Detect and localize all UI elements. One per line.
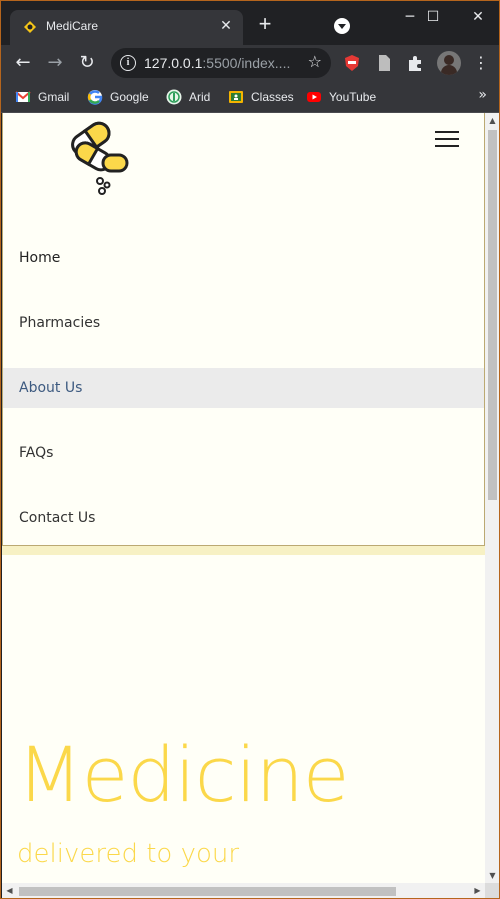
profile-avatar[interactable] <box>437 51 461 75</box>
page-content: Home Pharmacies About Us FAQs Contact Us… <box>2 113 485 883</box>
url-host: 127.0.0.1 <box>144 55 203 71</box>
nav-item-pharmacies[interactable]: Pharmacies <box>3 303 484 343</box>
scrollbar-corner <box>485 883 499 898</box>
hero-subtitle: delivered to your <box>17 839 240 869</box>
address-bar[interactable]: i 127.0.0.1:5500/index.... ☆ <box>111 48 331 78</box>
url-path: :5500/index.... <box>202 55 291 71</box>
nav-item-about-us[interactable]: About Us <box>3 368 484 408</box>
bookmark-label: Arid <box>189 90 211 104</box>
page-viewport: Home Pharmacies About Us FAQs Contact Us… <box>2 113 499 898</box>
browser-toolbar: ← → ↻ i 127.0.0.1:5500/index.... ☆ ⋮ <box>1 45 499 81</box>
scroll-up-arrow-icon[interactable]: ▲ <box>485 113 499 128</box>
nav-item-faqs[interactable]: FAQs <box>3 433 484 473</box>
nav-divider-band <box>2 546 485 555</box>
mobile-nav-panel: Home Pharmacies About Us FAQs Contact Us <box>2 113 485 546</box>
tab-close-icon[interactable]: ✕ <box>217 17 235 35</box>
scroll-left-arrow-icon[interactable]: ◀ <box>2 883 17 898</box>
bookmarks-bar: Gmail Google Arid Classes YouTube » <box>1 81 499 113</box>
back-button[interactable]: ← <box>11 51 35 75</box>
scroll-down-arrow-icon[interactable]: ▼ <box>485 868 499 883</box>
new-tab-button[interactable]: + <box>253 13 277 37</box>
bookmark-star-icon[interactable]: ☆ <box>308 52 322 71</box>
title-bar: MediCare ✕ + ─ ☐ ✕ <box>1 1 499 45</box>
horizontal-scrollbar[interactable]: ◀ ▶ <box>2 883 485 898</box>
nav-item-contact-us[interactable]: Contact Us <box>3 498 484 538</box>
browser-window: MediCare ✕ + ─ ☐ ✕ ← → ↻ i 127.0.0.1:550… <box>0 0 500 899</box>
bookmark-label: Gmail <box>38 90 70 104</box>
tab-search-icon[interactable] <box>334 18 350 34</box>
google-icon <box>87 90 103 105</box>
forward-button[interactable]: → <box>43 51 67 75</box>
url-text[interactable]: 127.0.0.1:5500/index.... <box>144 55 290 71</box>
browser-menu-icon[interactable]: ⋮ <box>469 51 493 75</box>
youtube-icon <box>307 92 321 102</box>
nav-item-home[interactable]: Home <box>3 238 484 278</box>
hero-title: Medicine <box>17 730 350 819</box>
adblock-extension-icon[interactable] <box>343 54 361 72</box>
bookmarks-overflow-icon[interactable]: » <box>478 87 487 103</box>
horizontal-scroll-thumb[interactable] <box>19 887 396 896</box>
bookmark-gmail[interactable]: Gmail <box>15 87 69 107</box>
hamburger-menu-icon[interactable] <box>435 131 459 149</box>
bookmark-label: YouTube <box>329 90 377 104</box>
close-window-button[interactable]: ✕ <box>455 5 499 29</box>
bookmark-classes[interactable]: Classes <box>228 87 294 107</box>
scroll-right-arrow-icon[interactable]: ▶ <box>470 883 485 898</box>
tab-title: MediCare <box>46 19 99 33</box>
browser-tab[interactable]: MediCare ✕ <box>10 10 243 45</box>
vertical-scrollbar[interactable]: ▲ ▼ <box>485 113 499 883</box>
maximize-button[interactable]: ☐ <box>410 5 456 29</box>
medicare-favicon-icon <box>24 21 36 33</box>
arid-icon <box>166 89 182 105</box>
bookmark-label: Classes <box>251 90 294 104</box>
document-extension-icon[interactable] <box>375 54 393 72</box>
site-info-icon[interactable]: i <box>120 55 136 71</box>
gmail-icon <box>15 91 31 102</box>
classroom-icon <box>229 91 243 103</box>
medicare-pills-logo[interactable] <box>65 121 131 197</box>
reload-button[interactable]: ↻ <box>75 51 99 75</box>
vertical-scroll-thumb[interactable] <box>488 130 497 500</box>
bookmark-arid[interactable]: Arid <box>166 87 210 107</box>
extensions-puzzle-icon[interactable] <box>406 54 424 72</box>
bookmark-google[interactable]: Google <box>87 87 149 107</box>
bookmark-youtube[interactable]: YouTube <box>306 87 376 107</box>
bookmark-label: Google <box>110 90 149 104</box>
